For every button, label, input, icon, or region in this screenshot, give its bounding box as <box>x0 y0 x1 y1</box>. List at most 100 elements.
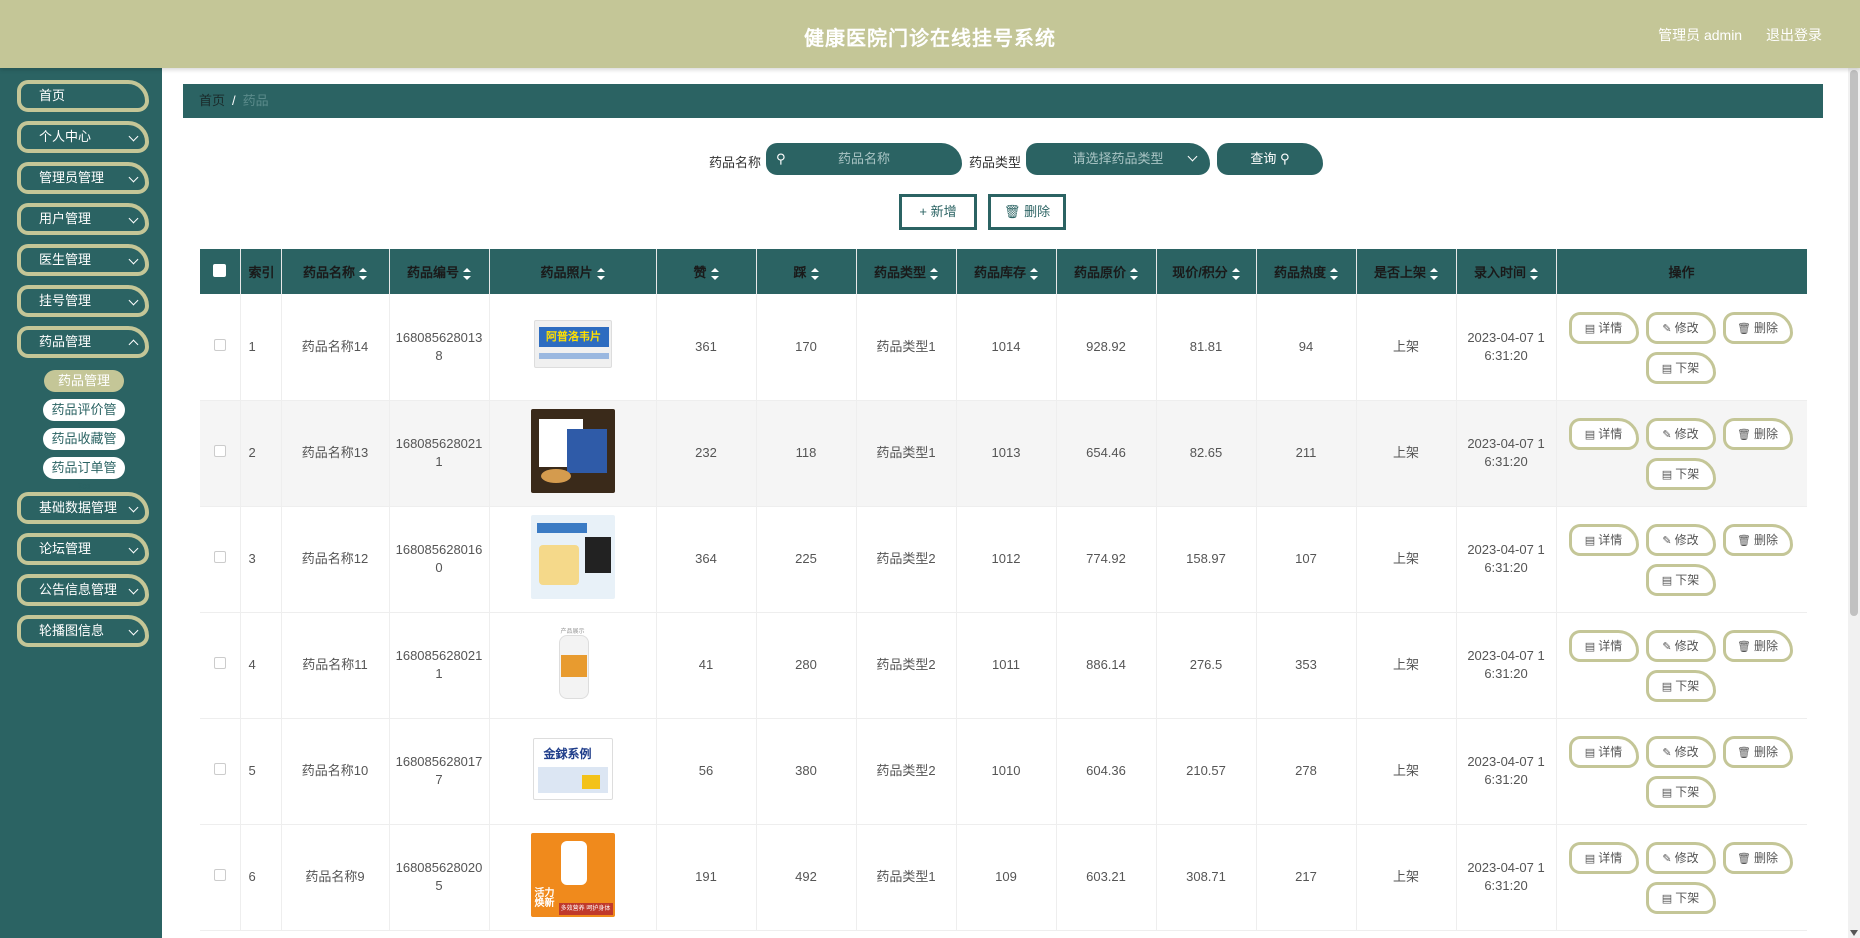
sort-icon[interactable] <box>1231 267 1240 280</box>
off-shelf-button[interactable]: ▤ 下架 <box>1645 458 1716 490</box>
off-shelf-button[interactable]: ▤ 下架 <box>1645 670 1716 702</box>
row-select-cell[interactable] <box>200 294 241 401</box>
row-select-cell[interactable] <box>200 506 241 613</box>
delete-button[interactable]: 🗑 删除 <box>1722 524 1793 556</box>
logout-link[interactable]: 退出登录 <box>1766 27 1822 43</box>
edit-button[interactable]: ✎ 修改 <box>1645 311 1716 344</box>
add-button[interactable]: + 新增 <box>899 194 977 230</box>
delete-button[interactable]: 🗑 删除 <box>1722 630 1793 662</box>
detail-button[interactable]: ▤ 详情 <box>1568 524 1639 556</box>
row-checkbox[interactable] <box>213 338 226 351</box>
submenu-medicine-manage[interactable]: 药品管理 <box>44 370 124 392</box>
col-heat[interactable]: 药品热度 <box>1256 249 1357 294</box>
edit-button[interactable]: ✎ 修改 <box>1645 736 1716 768</box>
off-shelf-button[interactable]: ▤ 下架 <box>1645 351 1716 384</box>
search-name-input[interactable]: ⚲ 药品名称 <box>766 143 962 175</box>
delete-button[interactable]: 🗑 删除 <box>1722 842 1793 874</box>
col-down[interactable]: 踩 <box>756 249 857 294</box>
trash-icon: 🗑 <box>1737 747 1751 759</box>
detail-button[interactable]: ▤ 详情 <box>1568 311 1639 344</box>
row-checkbox[interactable] <box>213 657 226 669</box>
cell-stock: 1011 <box>956 612 1057 719</box>
sidebar-item-forum[interactable]: 论坛管理 <box>17 533 149 565</box>
sidebar-item-registration[interactable]: 挂号管理 <box>17 285 149 317</box>
sidebar-item-carousel[interactable]: 轮播图信息 <box>17 615 149 647</box>
document-icon: ▤ <box>1661 893 1673 905</box>
off-shelf-button[interactable]: ▤ 下架 <box>1645 776 1716 808</box>
batch-delete-button[interactable]: 🗑 删除 <box>988 194 1066 230</box>
col-price[interactable]: 药品原价 <box>1056 249 1157 294</box>
sort-icon[interactable] <box>596 267 605 280</box>
detail-button[interactable]: ▤ 详情 <box>1568 630 1639 662</box>
detail-button[interactable]: ▤ 详情 <box>1568 736 1639 768</box>
sort-icon[interactable] <box>359 267 367 280</box>
row-checkbox[interactable] <box>213 869 226 881</box>
delete-button[interactable]: 🗑 删除 <box>1722 736 1793 768</box>
sidebar-item-doctors[interactable]: 医生管理 <box>17 244 149 276</box>
breadcrumb-home[interactable]: 首页 <box>199 93 225 108</box>
submenu-medicine-favorite[interactable]: 药品收藏管理 <box>43 428 125 468</box>
sort-icon[interactable] <box>463 267 471 280</box>
edit-button[interactable]: ✎ 修改 <box>1645 418 1716 450</box>
delete-button[interactable]: 🗑 删除 <box>1722 311 1793 344</box>
sidebar-item-home[interactable]: 首页 <box>17 80 149 112</box>
col-up[interactable]: 赞 <box>656 249 757 294</box>
col-shelf[interactable]: 是否上架 <box>1356 249 1457 294</box>
sidebar-item-profile[interactable]: 个人中心 <box>17 121 149 153</box>
delete-button[interactable]: 🗑 删除 <box>1722 418 1793 450</box>
sort-icon[interactable] <box>1330 267 1338 280</box>
col-photo[interactable]: 药品照片 <box>489 249 657 294</box>
col-type[interactable]: 药品类型 <box>856 249 957 294</box>
sidebar-item-users[interactable]: 用户管理 <box>17 203 149 235</box>
detail-button[interactable]: ▤ 详情 <box>1568 842 1639 874</box>
sort-icon[interactable] <box>1530 267 1538 280</box>
select-all-checkbox[interactable] <box>213 263 227 277</box>
cell-type: 药品类型1 <box>856 294 957 401</box>
select-all-cell[interactable] <box>200 249 241 294</box>
medicine-photo: 阿普洛韦片 <box>533 320 612 369</box>
search-type-select[interactable]: 请选择药品类型 <box>1026 143 1210 175</box>
sidebar-item-medicine[interactable]: 药品管理 <box>17 326 149 358</box>
page-scrollbar[interactable] <box>1848 68 1860 938</box>
col-name[interactable]: 药品名称 <box>281 249 390 294</box>
off-shelf-button[interactable]: ▤ 下架 <box>1645 882 1716 914</box>
cell-name: 药品名称12 <box>281 506 390 613</box>
edit-button[interactable]: ✎ 修改 <box>1645 524 1716 556</box>
cell-up: 191 <box>656 824 757 931</box>
sidebar-item-label: 管理员管理 <box>39 170 105 185</box>
row-select-cell[interactable] <box>200 824 241 931</box>
row-select-cell[interactable] <box>200 400 241 507</box>
sort-icon[interactable] <box>1430 267 1438 280</box>
sort-icon[interactable] <box>710 267 719 280</box>
sidebar-item-basic-data[interactable]: 基础数据管理 <box>17 492 149 524</box>
off-shelf-button[interactable]: ▤ 下架 <box>1645 564 1716 596</box>
row-checkbox[interactable] <box>213 763 226 775</box>
sidebar-item-admin[interactable]: 管理员管理 <box>17 162 149 194</box>
cell-now: 210.57 <box>1156 718 1257 825</box>
detail-button[interactable]: ▤ 详情 <box>1568 418 1639 450</box>
col-time[interactable]: 录入时间 <box>1456 249 1557 294</box>
chevron-down-icon <box>128 625 139 636</box>
sort-icon[interactable] <box>1130 267 1138 280</box>
edit-button[interactable]: ✎ 修改 <box>1645 630 1716 662</box>
row-select-cell[interactable] <box>200 718 241 825</box>
row-select-cell[interactable] <box>200 612 241 719</box>
sort-icon[interactable] <box>1030 267 1038 280</box>
row-checkbox[interactable] <box>213 445 226 457</box>
sidebar-item-notice[interactable]: 公告信息管理 <box>17 574 149 606</box>
row-checkbox[interactable] <box>213 551 226 563</box>
edit-button[interactable]: ✎ 修改 <box>1645 842 1716 874</box>
sidebar-item-label: 药品管理 <box>39 334 92 349</box>
medicine-photo <box>530 408 615 493</box>
col-code[interactable]: 药品编号 <box>389 249 490 294</box>
col-now[interactable]: 现价/积分 <box>1156 249 1257 294</box>
col-stock[interactable]: 药品库存 <box>956 249 1057 294</box>
query-button[interactable]: 查询 ⚲ <box>1217 143 1323 175</box>
photo-label: 阿普洛韦片 <box>538 327 609 348</box>
submenu-medicine-review[interactable]: 药品评价管理 <box>43 399 125 439</box>
sort-icon[interactable] <box>930 267 938 280</box>
submenu-medicine-order[interactable]: 药品订单管理 <box>43 457 125 497</box>
scrollbar-thumb[interactable] <box>1850 70 1858 616</box>
scroll-down-arrow[interactable] <box>1850 930 1858 936</box>
sort-icon[interactable] <box>810 267 819 280</box>
